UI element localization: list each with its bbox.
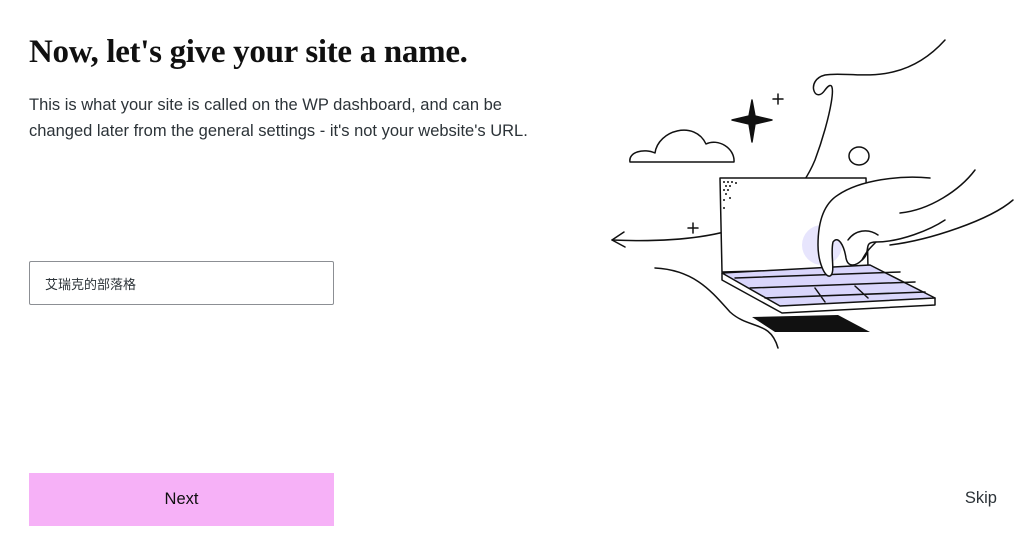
page-title: Now, let's give your site a name. bbox=[29, 34, 468, 70]
page-subtitle: This is what your site is called on the … bbox=[29, 96, 528, 140]
site-name-input[interactable] bbox=[29, 261, 334, 305]
laptop-shadow bbox=[752, 315, 870, 332]
plus-icon bbox=[772, 93, 784, 105]
skip-link[interactable]: Skip bbox=[965, 489, 997, 508]
plus-icon bbox=[687, 222, 699, 234]
laptop-illustration bbox=[611, 39, 1014, 349]
cloud-icon bbox=[629, 129, 735, 163]
next-button[interactable]: Next bbox=[29, 473, 334, 526]
oval-shape bbox=[848, 146, 870, 166]
sparkle-icon bbox=[731, 99, 773, 143]
